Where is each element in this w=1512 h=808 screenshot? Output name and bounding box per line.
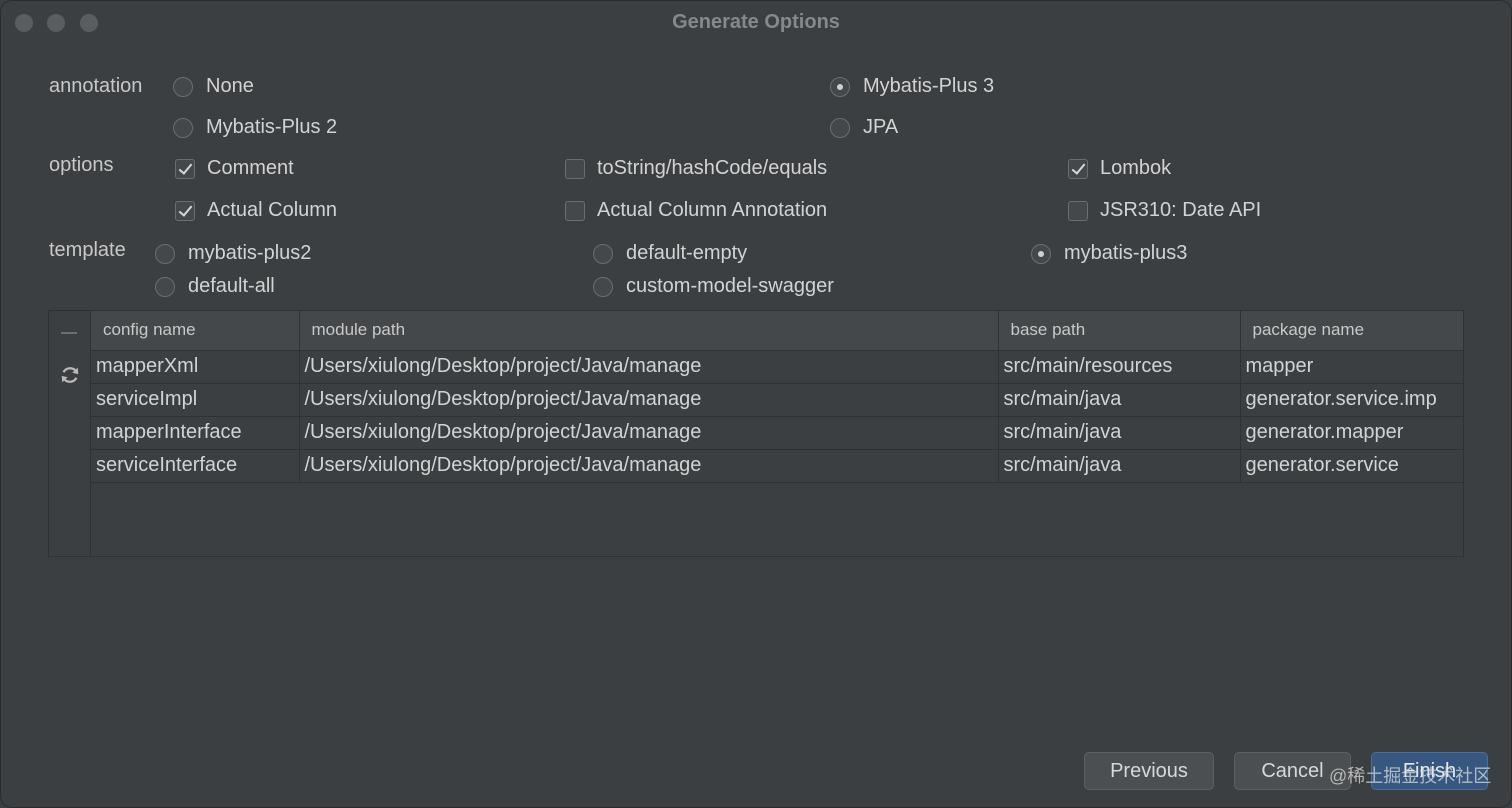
base-path-cell[interactable]: src/main/java (998, 416, 1241, 450)
template-mybatis-plus3-option[interactable]: mybatis-plus3 (1031, 242, 1187, 265)
template-mybatis-plus2-label: mybatis-plus2 (188, 242, 312, 264)
config-table-panel: config name module path base path packag… (48, 310, 1464, 557)
lombok-label: Lombok (1100, 157, 1172, 179)
table-row[interactable]: mapperXml /Users/xiulong/Desktop/project… (91, 350, 1464, 384)
config-table: config name module path base path packag… (91, 311, 1464, 483)
annotation-mybatis-plus-2-label: Mybatis-Plus 2 (206, 116, 338, 138)
template-default-all-option[interactable]: default-all (155, 275, 275, 298)
lombok-option[interactable]: Lombok (1068, 157, 1171, 180)
module-path-cell[interactable]: /Users/xiulong/Desktop/project/Java/mana… (299, 383, 999, 417)
checkbox-checked[interactable] (175, 158, 195, 179)
base-path-cell[interactable]: src/main/resources (998, 350, 1241, 384)
tostring-hashcode-equals-option[interactable]: toString/hashCode/equals (565, 157, 827, 180)
column-header-package-name[interactable]: package name (1240, 311, 1464, 351)
annotation-mybatis-plus-3-label: Mybatis-Plus 3 (863, 75, 995, 97)
table-row[interactable]: serviceImpl /Users/xiulong/Desktop/proje… (91, 383, 1464, 417)
template-default-empty-option[interactable]: default-empty (593, 242, 747, 265)
package-name-cell[interactable]: generator.mapper (1240, 416, 1464, 450)
comment-option[interactable]: Comment (175, 157, 294, 180)
annotation-mybatis-plus-3-option[interactable]: Mybatis-Plus 3 (830, 75, 994, 98)
dialog-title: Generate Options (672, 11, 840, 33)
actual-column-annotation-label: Actual Column Annotation (597, 199, 828, 221)
template-default-empty-label: default-empty (626, 242, 748, 264)
package-name-cell[interactable]: mapper (1240, 350, 1464, 384)
config-name-cell[interactable]: serviceInterface (91, 449, 300, 483)
column-header-module-path[interactable]: module path (299, 311, 999, 351)
radio-button[interactable] (593, 276, 613, 297)
template-mybatis-plus2-option[interactable]: mybatis-plus2 (155, 242, 311, 265)
checkbox[interactable] (565, 200, 585, 221)
column-header-base-path[interactable]: base path (998, 311, 1241, 351)
checkbox-checked[interactable] (1068, 158, 1088, 179)
radio-button[interactable] (593, 243, 613, 264)
options-label: options (49, 154, 114, 176)
template-mybatis-plus3-label: mybatis-plus3 (1064, 242, 1188, 264)
table-row[interactable]: mapperInterface /Users/xiulong/Desktop/p… (91, 416, 1464, 450)
radio-button-selected[interactable] (1031, 243, 1051, 264)
annotation-jpa-option[interactable]: JPA (830, 116, 898, 139)
comment-label: Comment (207, 157, 294, 179)
annotation-jpa-label: JPA (863, 116, 899, 138)
annotation-mybatis-plus-2-option[interactable]: Mybatis-Plus 2 (173, 116, 337, 139)
annotation-label: annotation (49, 75, 143, 97)
radio-button[interactable] (155, 276, 175, 297)
column-header-config-name[interactable]: config name (91, 311, 300, 351)
base-path-cell[interactable]: src/main/java (998, 449, 1241, 483)
config-name-cell[interactable]: mapperInterface (91, 416, 300, 450)
base-path-cell[interactable]: src/main/java (998, 383, 1241, 417)
actual-column-annotation-option[interactable]: Actual Column Annotation (565, 199, 827, 222)
package-name-cell[interactable]: generator.service.imp (1240, 383, 1464, 417)
radio-button[interactable] (173, 117, 193, 138)
config-name-cell[interactable]: mapperXml (91, 350, 300, 384)
checkbox[interactable] (565, 158, 585, 179)
config-name-cell[interactable]: serviceImpl (91, 383, 300, 417)
tostring-hashcode-equals-label: toString/hashCode/equals (597, 157, 828, 179)
previous-button[interactable]: Previous (1084, 752, 1214, 790)
checkbox[interactable] (1068, 200, 1088, 221)
remove-row-icon[interactable] (61, 332, 77, 334)
module-path-cell[interactable]: /Users/xiulong/Desktop/project/Java/mana… (299, 416, 999, 450)
package-name-cell[interactable]: generator.service (1240, 449, 1464, 483)
jsr310-date-api-label: JSR310: Date API (1100, 199, 1262, 221)
checkbox-checked[interactable] (175, 200, 195, 221)
table-toolbar (49, 311, 91, 556)
module-path-cell[interactable]: /Users/xiulong/Desktop/project/Java/mana… (299, 350, 999, 384)
title-bar: Generate Options (1, 1, 1511, 45)
annotation-none-label: None (206, 75, 254, 97)
jsr310-date-api-option[interactable]: JSR310: Date API (1068, 199, 1261, 222)
template-custom-model-swagger-label: custom-model-swagger (626, 275, 834, 297)
module-path-cell[interactable]: /Users/xiulong/Desktop/project/Java/mana… (299, 449, 999, 483)
table-header-row: config name module path base path packag… (91, 311, 1464, 351)
template-label: template (49, 239, 126, 261)
radio-button[interactable] (830, 117, 850, 138)
template-default-all-label: default-all (188, 275, 275, 297)
template-custom-model-swagger-option[interactable]: custom-model-swagger (593, 275, 834, 298)
table-row[interactable]: serviceInterface /Users/xiulong/Desktop/… (91, 449, 1464, 483)
actual-column-label: Actual Column (207, 199, 338, 221)
watermark-text: @稀土掘金技术社区 (1329, 766, 1492, 786)
refresh-icon[interactable] (59, 364, 81, 386)
radio-button-selected[interactable] (830, 76, 850, 97)
annotation-none-option[interactable]: None (173, 75, 254, 98)
generate-options-dialog: Generate Options annotation None Mybatis… (0, 0, 1512, 808)
radio-button[interactable] (155, 243, 175, 264)
actual-column-option[interactable]: Actual Column (175, 199, 337, 222)
radio-button[interactable] (173, 76, 193, 97)
